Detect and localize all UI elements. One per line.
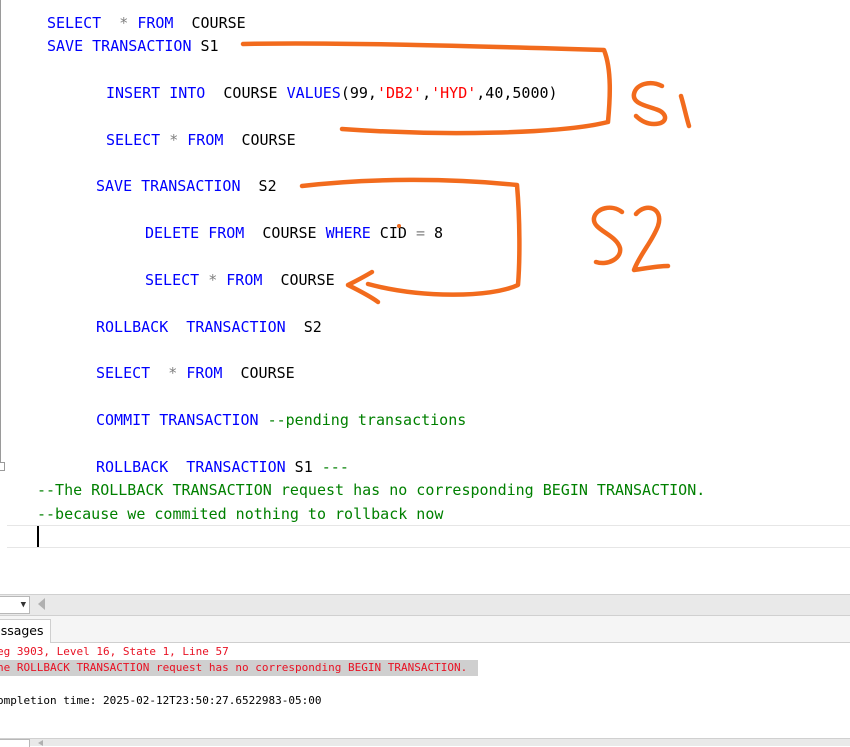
results-horizontal-scrollbar[interactable] xyxy=(0,738,850,747)
code-token: VALUES xyxy=(286,84,341,102)
code-line: SELECT * FROM COURSE xyxy=(96,363,295,383)
message-line-error-text[interactable]: he ROLLBACK TRANSACTION request has no c… xyxy=(0,660,479,676)
s1-label-glyph-s xyxy=(631,81,668,127)
editor-horizontal-scrollbar[interactable]: ▼ xyxy=(0,594,850,616)
code-line: ROLLBACK TRANSACTION S1 --- xyxy=(96,457,349,477)
code-line: ROLLBACK TRANSACTION S2 xyxy=(96,317,322,337)
text-caret xyxy=(37,526,39,547)
code-token: --pending transactions xyxy=(267,411,467,429)
scroll-left-arrow-icon[interactable] xyxy=(38,740,43,746)
code-token: COURSE xyxy=(205,84,287,102)
s2-label-glyph-s xyxy=(591,205,625,266)
collapse-toggle[interactable] xyxy=(0,462,5,471)
code-token: INSERT INTO xyxy=(106,84,206,102)
scroll-left-arrow-icon[interactable] xyxy=(38,598,45,610)
code-line: --The ROLLBACK TRANSACTION request has n… xyxy=(37,480,705,500)
code-token: SELECT xyxy=(47,14,102,32)
s2-label-glyph-2 xyxy=(631,205,671,273)
code-token: * xyxy=(169,131,179,149)
code-token: DELETE FROM xyxy=(145,224,245,242)
code-token: SELECT xyxy=(106,131,161,149)
code-token: * xyxy=(119,14,129,32)
results-tab-strip: essages xyxy=(0,616,850,643)
code-line: SAVE TRANSACTION S2 xyxy=(96,176,277,196)
code-token: SAVE TRANSACTION xyxy=(96,177,241,195)
code-line: SELECT * FROM COURSE xyxy=(47,13,246,33)
sql-editor[interactable]: SELECT * FROM COURSE SAVE TRANSACTION S1… xyxy=(0,0,850,552)
code-line: --because we commited nothing to rollbac… xyxy=(37,504,443,524)
code-token: 8 xyxy=(424,224,444,242)
code-token: COURSE xyxy=(223,131,296,149)
code-token: , xyxy=(422,84,432,102)
chevron-down-icon: ▼ xyxy=(20,600,26,610)
outline-gutter xyxy=(0,0,1,462)
code-line: SAVE TRANSACTION S1 xyxy=(47,36,219,56)
code-token: COMMIT TRANSACTION xyxy=(96,411,259,429)
code-token: CID xyxy=(370,224,416,242)
s1-label-glyph-1 xyxy=(678,93,692,129)
message-line-error-header: eg 3903, Level 16, State 1, Line 57 xyxy=(0,645,229,658)
code-token: 'HYD' xyxy=(431,84,477,102)
code-token: SELECT xyxy=(145,271,200,289)
code-token: * xyxy=(168,364,178,382)
code-token: FROM xyxy=(186,364,223,382)
code-token: (99, xyxy=(340,84,377,102)
current-line-highlight xyxy=(7,525,850,548)
s2-arrow-head xyxy=(345,269,381,305)
code-token: COURSE xyxy=(262,271,335,289)
code-token: COURSE xyxy=(222,364,295,382)
tab-messages[interactable]: essages xyxy=(0,619,51,643)
code-token: = xyxy=(415,224,425,242)
code-token: SELECT xyxy=(96,364,151,382)
zoom-dropdown[interactable]: ▼ xyxy=(0,596,30,614)
code-token: --- xyxy=(321,458,349,476)
code-token: FROM xyxy=(137,14,174,32)
code-line: INSERT INTO COURSE VALUES(99,'DB2','HYD'… xyxy=(106,83,558,103)
code-token: S1 xyxy=(285,458,322,476)
code-line: SELECT * FROM COURSE xyxy=(145,270,335,290)
code-token: S2 xyxy=(240,177,277,195)
code-token: FROM xyxy=(226,271,263,289)
code-token: COURSE xyxy=(173,14,246,32)
code-token: ,40,5000) xyxy=(476,84,558,102)
code-token: S1 xyxy=(191,37,219,55)
code-token: SAVE TRANSACTION xyxy=(47,37,192,55)
code-token: ROLLBACK TRANSACTION xyxy=(96,318,286,336)
code-line: COMMIT TRANSACTION --pending transaction… xyxy=(96,410,466,430)
message-line-completion-time: ompletion time: 2025-02-12T23:50:27.6522… xyxy=(0,694,322,707)
code-line: SELECT * FROM COURSE xyxy=(106,130,296,150)
code-token: 'DB2' xyxy=(376,84,423,102)
code-token: ROLLBACK TRANSACTION xyxy=(96,458,286,476)
code-token: FROM xyxy=(187,131,224,149)
code-token: --because we commited nothing to rollbac… xyxy=(37,505,444,523)
code-token: * xyxy=(208,271,218,289)
code-token: WHERE xyxy=(325,224,371,242)
code-line: DELETE FROM COURSE WHERE CID = 8 xyxy=(145,223,443,243)
code-token: COURSE xyxy=(244,224,326,242)
code-token: S2 xyxy=(285,318,322,336)
results-pane: essages eg 3903, Level 16, State 1, Line… xyxy=(0,616,850,738)
code-token: --The ROLLBACK TRANSACTION request has n… xyxy=(37,481,706,499)
